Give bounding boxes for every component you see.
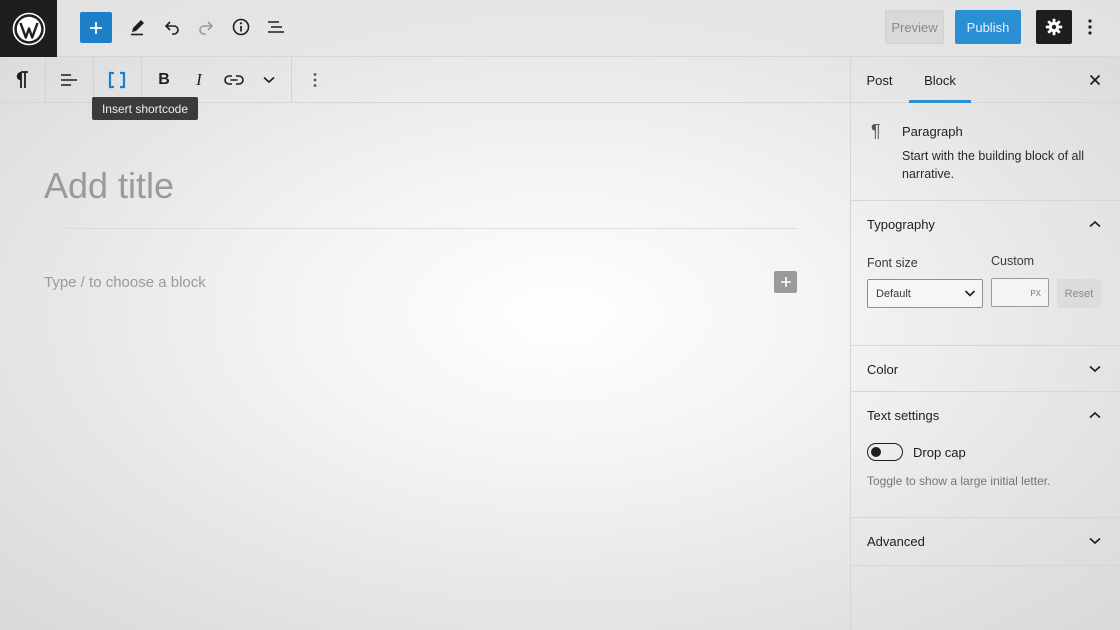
chevron-up-icon[interactable]: [1085, 406, 1105, 424]
text-settings-panel-toggle[interactable]: Text settings: [867, 408, 939, 423]
list-view-button[interactable]: [260, 11, 292, 43]
link-icon: [224, 75, 244, 85]
font-size-select[interactable]: Default: [867, 279, 983, 308]
undo-button[interactable]: [156, 11, 188, 43]
plus-icon: [780, 277, 791, 287]
block-placeholder[interactable]: Type / to choose a block: [44, 274, 206, 291]
chevron-down-icon[interactable]: [1085, 360, 1105, 378]
undo-icon: [164, 21, 179, 35]
details-button[interactable]: [225, 11, 257, 43]
drop-cap-label: Drop cap: [913, 445, 966, 460]
paragraph-icon: ¶: [871, 121, 881, 141]
align-icon: [61, 74, 77, 86]
info-icon: [232, 18, 250, 36]
list-view-icon: [268, 21, 284, 33]
block-card: ¶ Paragraph Start with the building bloc…: [851, 103, 1120, 201]
add-block-button[interactable]: [80, 12, 112, 43]
drop-cap-toggle[interactable]: [867, 443, 903, 461]
plus-icon: [90, 21, 102, 34]
advanced-panel-toggle[interactable]: Advanced: [867, 534, 925, 549]
align-button[interactable]: [46, 57, 92, 103]
tools-button[interactable]: [121, 11, 153, 43]
font-size-label: Font size: [867, 256, 918, 270]
options-button[interactable]: [1074, 11, 1106, 43]
tab-post[interactable]: Post: [851, 57, 908, 103]
publish-button[interactable]: Publish: [955, 10, 1021, 44]
chevron-down-icon[interactable]: [1085, 532, 1105, 550]
chevron-down-icon: [964, 290, 976, 297]
block-options-button[interactable]: [300, 57, 330, 103]
advanced-panel: Advanced: [851, 518, 1120, 566]
paragraph-icon: [16, 71, 28, 88]
drop-cap-help: Toggle to show a large initial letter.: [867, 474, 1051, 488]
more-rich-text-button[interactable]: [254, 57, 284, 103]
wordpress-logo-icon[interactable]: [0, 0, 57, 57]
shortcode-icon: [108, 71, 126, 89]
color-panel: Color: [851, 346, 1120, 392]
inline-add-block-button[interactable]: [774, 271, 797, 293]
settings-button[interactable]: [1036, 10, 1072, 44]
block-type-button[interactable]: [0, 57, 44, 103]
preview-button[interactable]: Preview: [885, 10, 944, 44]
redo-button[interactable]: [190, 11, 222, 43]
block-card-title: Paragraph: [902, 124, 963, 139]
chevron-down-icon: [263, 76, 275, 84]
more-vertical-icon: [1088, 19, 1092, 35]
block-card-description: Start with the building block of all nar…: [902, 149, 1085, 181]
chevron-up-icon[interactable]: [1085, 215, 1105, 233]
reset-font-size-button[interactable]: Reset: [1057, 279, 1101, 308]
post-title-input[interactable]: Add title: [44, 165, 174, 207]
typography-panel-toggle[interactable]: Typography: [867, 217, 935, 232]
text-settings-panel: Text settings Drop cap Toggle to show a …: [851, 392, 1120, 518]
tab-block[interactable]: Block: [909, 57, 971, 103]
toolbar-divider: [291, 57, 292, 103]
typography-panel: Typography Font size Custom Default PX R…: [851, 201, 1120, 346]
toggle-knob: [871, 446, 881, 457]
sidebar-tabs: Post Block: [851, 57, 1120, 103]
redo-icon: [199, 21, 214, 35]
title-divider: [60, 228, 796, 229]
color-panel-toggle[interactable]: Color: [867, 362, 898, 377]
font-size-select-value: Default: [876, 287, 911, 300]
settings-sidebar: Post Block ¶ Paragraph Start with the bu…: [850, 57, 1120, 630]
link-button[interactable]: [218, 57, 250, 103]
custom-font-size-input[interactable]: PX: [991, 278, 1049, 307]
editor-header: Preview Publish: [0, 0, 1120, 57]
close-sidebar-button[interactable]: [1083, 69, 1107, 91]
custom-unit-label: PX: [1030, 289, 1041, 298]
pencil-icon: [131, 20, 144, 36]
custom-size-label: Custom: [991, 254, 1035, 268]
gear-icon: [1045, 18, 1063, 36]
close-icon: [1089, 74, 1101, 86]
shortcode-tooltip: Insert shortcode: [92, 97, 198, 120]
more-vertical-icon: [313, 73, 317, 87]
